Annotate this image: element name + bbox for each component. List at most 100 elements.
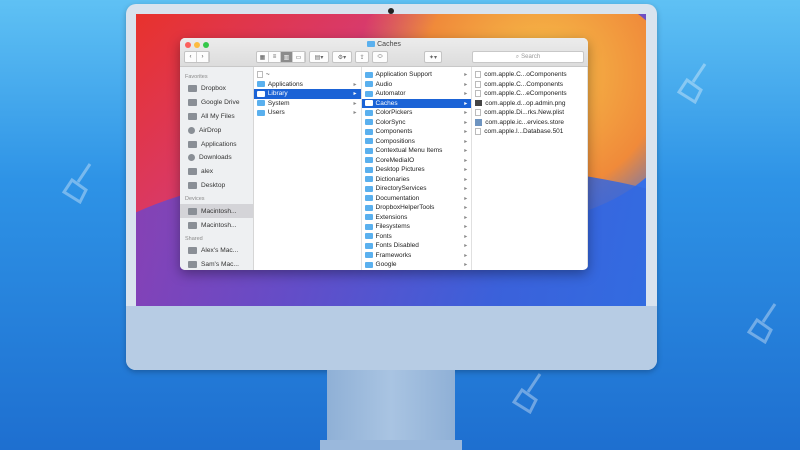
file-row[interactable]: DropboxHelperTools ▸ (362, 203, 472, 213)
disclosure-arrow-icon: ▸ (464, 186, 468, 193)
file-row[interactable]: Users ▸ (254, 108, 361, 118)
folder-icon (364, 261, 373, 268)
imac-stand-base (320, 440, 462, 450)
folder-icon (364, 81, 373, 88)
gallery-view-button[interactable]: ▭ (293, 52, 305, 62)
sidebar-item-desktop[interactable]: Desktop (180, 179, 253, 193)
file-row[interactable]: Fonts ▸ (362, 232, 472, 242)
file-name: com.apple.l...Database.501 (484, 128, 564, 136)
file-row[interactable]: com.apple.d...op.admin.png (472, 99, 587, 109)
file-row[interactable]: Filesystems ▸ (362, 222, 472, 232)
file-row[interactable]: Application Support ▸ (362, 70, 472, 80)
disclosure-arrow-icon: ▸ (353, 91, 357, 98)
folder-icon (256, 109, 265, 116)
file-row[interactable]: com.apple.C...eComponents (472, 89, 587, 99)
document-icon (475, 80, 482, 88)
sidebar-section-header: Devices (185, 196, 205, 203)
disclosure-arrow-icon: ▸ (464, 167, 468, 174)
file-name: com.apple.C...Components (484, 80, 564, 88)
file-name: com.apple.Di...rks.New.plist (484, 109, 565, 117)
file-row[interactable]: Extensions ▸ (362, 213, 472, 223)
file-row[interactable]: Compositions ▸ (362, 137, 472, 147)
file-row[interactable]: Contextual Menu Items ▸ (362, 146, 472, 156)
search-placeholder: Search (521, 54, 541, 60)
sidebar-item-all-my-files[interactable]: All My Files (180, 110, 253, 124)
dropbox-menu-button[interactable]: ✦▾ (424, 51, 442, 63)
sidebar-item-applications[interactable]: Applications (180, 137, 253, 151)
action-gear-button[interactable]: ⚙▾ (332, 51, 352, 63)
file-row[interactable]: Frameworks ▸ (362, 251, 472, 261)
downloads-icon (188, 154, 195, 162)
file-row[interactable]: Desktop Pictures ▸ (362, 165, 472, 175)
sidebar-item-label: Google Drive (201, 99, 240, 107)
folder-icon (364, 242, 373, 249)
sidebar-item-dropbox[interactable]: Dropbox (180, 82, 253, 96)
file-row[interactable]: Components ▸ (362, 127, 472, 137)
file-row[interactable]: Audio ▸ (362, 80, 472, 90)
file-row[interactable]: Caches ▸ (361, 98, 472, 108)
disk-icon (188, 207, 197, 215)
file-row[interactable]: Fonts Disabled ▸ (362, 241, 472, 251)
folder-icon (364, 138, 373, 145)
file-row[interactable]: com.apple.ic...ervices.store (472, 118, 587, 128)
file-row[interactable]: Documentation ▸ (362, 194, 472, 204)
nav-buttons: ‹ › (184, 51, 210, 63)
search-field[interactable]: ⌕ Search (472, 51, 584, 63)
desktop-icon (188, 181, 197, 189)
folder-icon (364, 157, 373, 164)
disclosure-arrow-icon: ▸ (464, 243, 468, 250)
disclosure-arrow-icon: ▸ (353, 110, 357, 117)
window-title-text: Caches (377, 41, 401, 48)
folder-icon (364, 252, 373, 259)
file-row[interactable]: DirectoryServices ▸ (362, 184, 472, 194)
sidebar-item-label: Applications (201, 140, 237, 148)
file-row[interactable]: com.apple.Di...rks.New.plist (472, 108, 587, 118)
tags-button[interactable]: ⬭ (372, 51, 388, 63)
sidebar-item-label: Dropbox (201, 85, 226, 93)
toolbar: ‹ › ▦ ≡ ▥ ▭ ▤▾ ⚙▾ ⇪ ⬭ ✦▾ ⌕ Search (184, 51, 584, 63)
share-button[interactable]: ⇪ (355, 51, 369, 63)
broom-icon (676, 63, 707, 104)
sidebar-item-alex-mac[interactable]: Alex's Mac... (180, 244, 253, 258)
sidebar-item-home[interactable]: alex (180, 165, 253, 179)
sidebar-item-label: Macintosh... (201, 207, 237, 215)
column-root: ~ Applications ▸ Library ▸ System ▸ Users ▸ (253, 67, 362, 270)
column-view-button[interactable]: ▥ (281, 52, 293, 62)
sidebar-item-macintosh-2[interactable]: Macintosh... (180, 218, 253, 232)
file-name: Contextual Menu Items (375, 147, 443, 155)
file-name: Dictionaries (375, 175, 410, 183)
back-button[interactable]: ‹ (185, 52, 197, 62)
file-row[interactable]: ColorSync ▸ (362, 118, 472, 128)
icon-view-button[interactable]: ▦ (257, 52, 269, 62)
file-row[interactable]: ~ (254, 70, 361, 80)
file-row[interactable]: CoreMediaIO ▸ (362, 156, 472, 166)
sidebar-item-label: Alex's Mac... (201, 247, 239, 255)
folder-icon (364, 109, 373, 116)
list-view-button[interactable]: ≡ (269, 52, 281, 62)
file-row[interactable]: Dictionaries ▸ (362, 175, 472, 185)
sidebar-item-label: All My Files (201, 112, 235, 120)
group-button[interactable]: ▤▾ (309, 51, 329, 63)
file-row[interactable]: Google ▸ (362, 260, 472, 270)
file-row[interactable]: System ▸ (254, 99, 361, 109)
file-row[interactable]: com.apple.C...Components (472, 80, 587, 90)
file-row[interactable]: Library ▸ (253, 89, 361, 99)
file-row[interactable]: com.apple.C...oComponents (472, 70, 587, 80)
titlebar: Caches ‹ › ▦ ≡ ▥ ▭ ▤▾ ⚙▾ ⇪ ⬭ ✦▾ ⌕ Search (180, 38, 588, 67)
sidebar-item-google-drive[interactable]: Google Drive (180, 96, 253, 110)
file-row[interactable]: Applications ▸ (254, 80, 361, 90)
document-icon (475, 71, 482, 79)
disk-icon (188, 221, 197, 229)
file-row[interactable]: ColorPickers ▸ (362, 108, 472, 118)
sidebar-item-downloads[interactable]: Downloads (180, 151, 253, 165)
sidebar-item-airdrop[interactable]: AirDrop (180, 123, 253, 137)
folder-icon (364, 233, 373, 240)
sidebar-item-sam-mac[interactable]: Sam's Mac... (180, 258, 253, 270)
folder-icon (364, 147, 373, 154)
file-row[interactable]: com.apple.l...Database.501 (472, 127, 587, 137)
folder-icon (364, 195, 373, 202)
forward-button[interactable]: › (197, 52, 209, 62)
sidebar-item-macintosh-hd[interactable]: Macintosh... (180, 204, 253, 219)
file-row[interactable]: Automator ▸ (362, 89, 472, 99)
column-caches: com.apple.C...oComponents com.apple.C...C… (472, 67, 588, 270)
